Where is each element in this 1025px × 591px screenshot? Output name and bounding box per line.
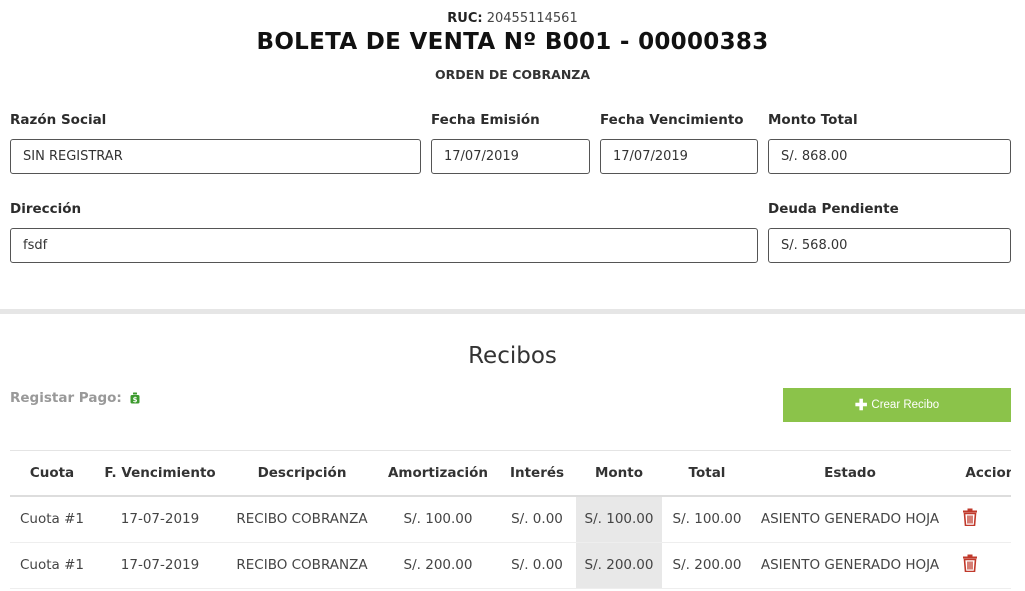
trash-icon[interactable] bbox=[962, 508, 978, 527]
col-monto: Monto bbox=[576, 451, 662, 497]
cell-total: S/. 100.00 bbox=[662, 496, 752, 543]
col-interes: Interés bbox=[498, 451, 576, 497]
ruc-line: RUC: 20455114561 bbox=[0, 11, 1025, 26]
cell-interes: S/. 0.00 bbox=[498, 496, 576, 543]
fecha-emision-label: Fecha Emisión bbox=[431, 112, 540, 128]
cell-amortizacion: S/. 100.00 bbox=[378, 496, 498, 543]
col-descripcion: Descripción bbox=[226, 451, 378, 497]
cell-amortizacion: S/. 200.00 bbox=[378, 542, 498, 589]
fecha-vencimiento-label: Fecha Vencimiento bbox=[600, 112, 744, 128]
monto-total-field[interactable]: S/. 868.00 bbox=[768, 139, 1011, 174]
registrar-pago-label: Registar Pago: bbox=[10, 390, 122, 406]
razon-social-field[interactable]: SIN REGISTRAR bbox=[10, 139, 421, 174]
cell-monto: S/. 100.00 bbox=[576, 496, 662, 543]
col-total: Total bbox=[662, 451, 752, 497]
money-bag-icon[interactable]: $ bbox=[129, 392, 141, 404]
cell-cuota: Cuota #1 bbox=[10, 496, 94, 543]
cell-descripcion: RECIBO COBRANZA bbox=[226, 496, 378, 543]
page-subtitle: ORDEN DE COBRANZA bbox=[434, 67, 591, 82]
cell-monto: S/. 200.00 bbox=[576, 542, 662, 589]
direccion-field[interactable]: fsdf bbox=[10, 228, 758, 263]
cell-interes: S/. 0.00 bbox=[498, 542, 576, 589]
cell-estado: ASIENTO GENERADO HOJA bbox=[752, 496, 948, 543]
svg-text:$: $ bbox=[132, 396, 137, 404]
cell-cuota: Cuota #1 bbox=[10, 542, 94, 589]
col-estado: Estado bbox=[752, 451, 948, 497]
section-divider bbox=[0, 309, 1025, 314]
plus-icon: ✚ bbox=[854, 396, 868, 414]
table-row: Cuota #1 17-07-2019 RECIBO COBRANZA S/. … bbox=[10, 496, 1011, 543]
deuda-pendiente-label: Deuda Pendiente bbox=[768, 201, 899, 217]
recibos-table: Cuota F. Vencimiento Descripción Amortiz… bbox=[10, 450, 1011, 591]
page-title: BOLETA DE VENTA Nº B001 - 00000383 bbox=[256, 29, 769, 55]
cell-vencimiento: 17-07-2019 bbox=[94, 542, 226, 589]
fecha-emision-field[interactable]: 17/07/2019 bbox=[431, 139, 590, 174]
table-row: Cuota #1 17-07-2019 RECIBO COBRANZA S/. … bbox=[10, 542, 1011, 589]
fecha-vencimiento-field[interactable]: 17/07/2019 bbox=[600, 139, 758, 174]
registrar-pago: Registar Pago: $ bbox=[10, 390, 141, 406]
monto-total-label: Monto Total bbox=[768, 112, 858, 128]
cell-total: S/. 200.00 bbox=[662, 542, 752, 589]
ruc-value: 20455114561 bbox=[486, 11, 578, 26]
col-cuota: Cuota bbox=[10, 451, 94, 497]
cell-acciones bbox=[948, 496, 1011, 543]
crear-recibo-button[interactable]: ✚ Crear Recibo bbox=[783, 388, 1011, 422]
col-acciones: Acciones bbox=[948, 451, 1011, 497]
deuda-pendiente-field[interactable]: S/. 568.00 bbox=[768, 228, 1011, 263]
crear-recibo-label: Crear Recibo bbox=[871, 399, 940, 411]
table-header-row: Cuota F. Vencimiento Descripción Amortiz… bbox=[10, 451, 1011, 497]
ruc-label: RUC: bbox=[447, 11, 483, 26]
direccion-label: Dirección bbox=[10, 201, 82, 217]
razon-social-label: Razón Social bbox=[10, 112, 107, 128]
cell-descripcion: RECIBO COBRANZA bbox=[226, 542, 378, 589]
cell-estado: ASIENTO GENERADO HOJA bbox=[752, 542, 948, 589]
cell-acciones bbox=[948, 542, 1011, 589]
trash-icon[interactable] bbox=[962, 554, 978, 573]
recibos-title: Recibos bbox=[468, 343, 557, 369]
col-amortizacion: Amortización bbox=[378, 451, 498, 497]
col-vencimiento: F. Vencimiento bbox=[94, 451, 226, 497]
cell-vencimiento: 17-07-2019 bbox=[94, 496, 226, 543]
